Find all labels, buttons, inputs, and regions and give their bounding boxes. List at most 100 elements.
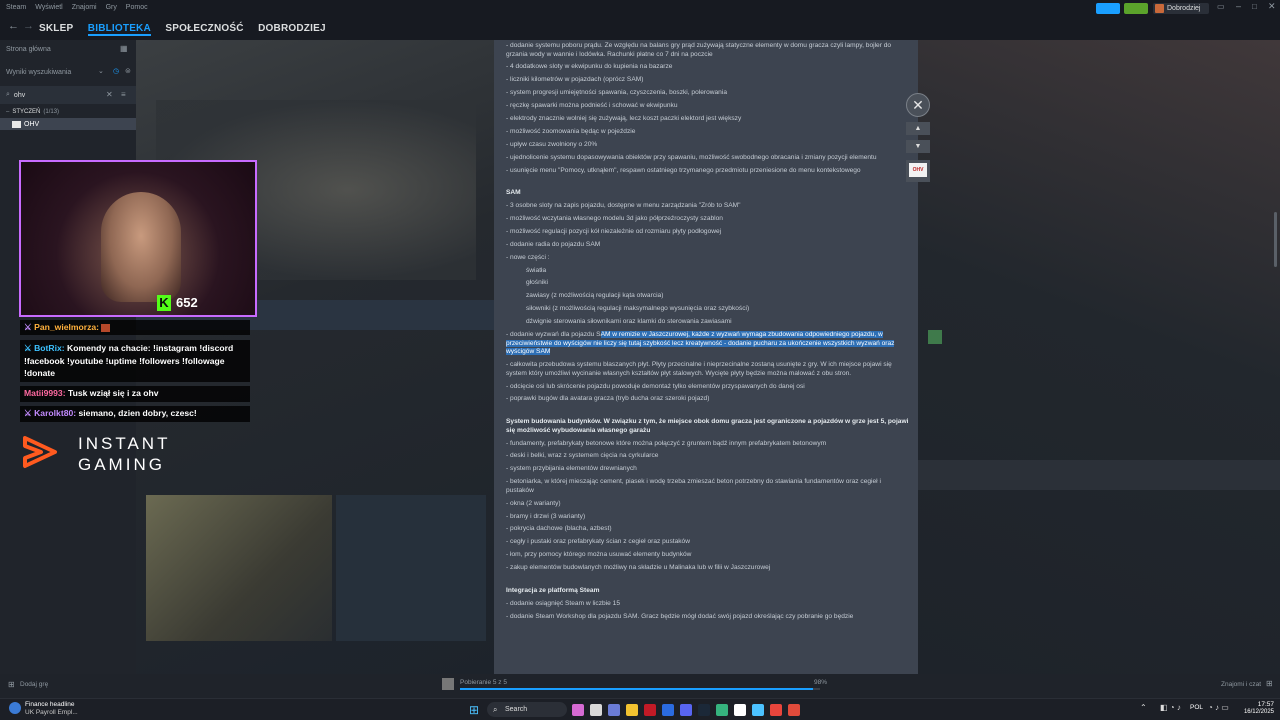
- download-percent: 98%: [814, 679, 828, 686]
- ohv-logo: OHV: [909, 163, 927, 177]
- scroll-up-icon[interactable]: ▲: [906, 122, 930, 135]
- editor-icon[interactable]: [716, 704, 728, 716]
- selected-paragraph[interactable]: - dodanie wyzwań dla pojazdu SAM w remiz…: [506, 331, 910, 357]
- search-input[interactable]: ⌕ ohv ✕ ≡: [0, 86, 136, 104]
- forward-arrow-icon[interactable]: →: [23, 20, 34, 32]
- sidebar-home[interactable]: Strona główna ▦: [0, 40, 136, 58]
- download-status[interactable]: Pobieranie 5 z 5: [460, 679, 507, 686]
- app-menu: Steam Wyświetl Znajomi Gry Pomoc: [6, 4, 155, 11]
- clear-search-icon[interactable]: ✕: [106, 90, 113, 99]
- browser-icon[interactable]: [662, 704, 674, 716]
- chrome-icon[interactable]: [770, 704, 782, 716]
- sub-item: siłowniki (z możliwością regulacji maksy…: [526, 305, 750, 313]
- note-line: - 3 osobne sloty na zapis pojazdu, dostę…: [506, 202, 741, 210]
- notification-button[interactable]: [1124, 3, 1148, 14]
- section-heading: SAM: [506, 189, 521, 197]
- tray-chevron-icon[interactable]: ⌃: [1140, 703, 1147, 712]
- bot-icon: ⚔: [24, 343, 35, 353]
- user-menu[interactable]: Dobrodziej: [1153, 3, 1209, 14]
- download-progress-fill: [460, 688, 813, 690]
- game-launcher-icon[interactable]: [788, 704, 800, 716]
- windows-taskbar: Finance headline UK Payroll Empl... ⊞ ⌕ …: [0, 698, 1280, 720]
- copilot-icon[interactable]: [572, 704, 584, 716]
- back-arrow-icon[interactable]: ←: [8, 20, 19, 32]
- kick-logo: K: [157, 295, 171, 311]
- chat-text: Tusk wziął się i za ohv: [67, 388, 159, 398]
- note-line: - odcięcie osi lub skrócenie pojazdu pow…: [506, 382, 805, 390]
- broadcast-button[interactable]: [1096, 3, 1120, 14]
- steam-icon[interactable]: [698, 704, 710, 716]
- note-line: - możliwość regulacji pozycji kół niezal…: [506, 227, 722, 235]
- menu-friends[interactable]: Znajomi: [72, 4, 97, 11]
- tab-community[interactable]: SPOŁECZNOŚĆ: [165, 23, 243, 34]
- chat-plus-icon[interactable]: ⊞: [1266, 679, 1273, 688]
- minimize-icon[interactable]: –: [1236, 1, 1241, 11]
- app-icon[interactable]: [752, 704, 764, 716]
- menu-view[interactable]: Wyświetl: [35, 4, 63, 11]
- language-indicator[interactable]: POL: [1190, 704, 1203, 711]
- sidebar-group[interactable]: – STYCZEŃ (1/13): [0, 106, 136, 118]
- discord-icon[interactable]: [680, 704, 692, 716]
- network-sound-icons[interactable]: ◔ ♪ ▭: [1208, 703, 1229, 712]
- note-line: - deski i belki, wraz z systemem cięcia …: [506, 452, 659, 460]
- sub-item: dźwignie sterowania siłownikami oraz kla…: [526, 318, 732, 326]
- task-view-icon[interactable]: [590, 704, 602, 716]
- chevron-down-icon[interactable]: ⌄: [98, 67, 104, 75]
- sub-item: światła: [526, 266, 547, 274]
- instant-gaming-logo: [21, 432, 61, 472]
- menu-steam[interactable]: Steam: [6, 4, 26, 11]
- friends-chat-button[interactable]: Znajomi i czat: [1221, 681, 1261, 688]
- right-scrollbar[interactable]: [1274, 212, 1277, 267]
- note-line: - okna (2 warianty): [506, 499, 561, 507]
- taskbar-search[interactable]: ⌕ Search: [487, 702, 567, 717]
- filter-icon[interactable]: ⊜: [125, 67, 131, 75]
- chat-message: ⚔ BotRix: Komendy na chacie: !instagram …: [20, 340, 250, 382]
- chat-user: BotRix:: [34, 343, 65, 353]
- chat-user: Karolkt80:: [34, 408, 77, 418]
- note-line: - ręczkę spawarki można podnieść i schow…: [506, 102, 678, 110]
- background-right: [918, 40, 1280, 674]
- menu-games[interactable]: Gry: [106, 4, 117, 11]
- sidebar-item-ohv[interactable]: OHV: [0, 118, 136, 130]
- add-game-button[interactable]: Dodaj grę: [20, 681, 48, 688]
- opera-icon[interactable]: [644, 704, 656, 716]
- game-icon: [12, 120, 21, 128]
- clock-time[interactable]: 17:57: [1242, 701, 1274, 708]
- news-title[interactable]: Finance headline: [25, 701, 75, 708]
- sidebar-filter[interactable]: Wyniki wyszukiwania ⌄ ◷ ⊜: [0, 58, 136, 86]
- tray-icons[interactable]: ◧ ◔ ♪: [1160, 703, 1181, 712]
- note-line: - możliwość wczytania własnego modelu 3d…: [506, 214, 723, 222]
- close-window-icon[interactable]: ✕: [1268, 1, 1276, 12]
- chat-message: ⚔ Pan_wielmorza:: [20, 320, 250, 335]
- news-subtitle[interactable]: UK Payroll Empl...: [25, 709, 78, 716]
- menu-help[interactable]: Pomoc: [126, 4, 148, 11]
- selection-prefix: - dodanie wyzwań dla pojazdu S: [506, 331, 601, 338]
- file-explorer-icon[interactable]: [626, 704, 638, 716]
- grid-icon[interactable]: ▦: [120, 44, 128, 53]
- note-line: - bramy i drzwi (3 warianty): [506, 512, 586, 520]
- sort-icon[interactable]: ≡: [121, 90, 126, 99]
- maximize-icon[interactable]: □: [1252, 2, 1257, 11]
- scroll-down-icon[interactable]: ▼: [906, 140, 930, 153]
- plus-icon[interactable]: ⊞: [8, 680, 15, 689]
- collapse-icon[interactable]: –: [6, 109, 9, 115]
- patch-notes-body: - dodanie systemu poboru prądu. Ze wzglę…: [506, 42, 910, 625]
- tab-library[interactable]: BIBLIOTEKA: [87, 23, 151, 36]
- start-icon[interactable]: ⊞: [469, 703, 479, 717]
- teams-icon[interactable]: [608, 704, 620, 716]
- chat-user: Matii9993:: [24, 388, 66, 398]
- game-thumbnail[interactable]: OHV: [906, 160, 930, 182]
- download-progress: [460, 688, 820, 690]
- news-icon: [9, 702, 21, 714]
- sword-icon: ⚔: [24, 408, 35, 418]
- tab-store[interactable]: SKLEP: [39, 23, 73, 34]
- note-line: - dodanie systemu poboru prądu. Ze wzglę…: [506, 42, 892, 58]
- close-overlay-icon[interactable]: ✕: [906, 93, 930, 117]
- webcam-overlay: K 652: [19, 160, 257, 317]
- sponsor-name-line2: GAMING: [78, 455, 165, 474]
- clock-icon[interactable]: ◷: [113, 67, 119, 75]
- monitor-icon[interactable]: ▭: [1217, 2, 1225, 11]
- tab-profile[interactable]: DOBRODZIEJ: [258, 23, 326, 34]
- notion-icon[interactable]: [734, 704, 746, 716]
- clock-date[interactable]: 16/12/2025: [1238, 709, 1274, 715]
